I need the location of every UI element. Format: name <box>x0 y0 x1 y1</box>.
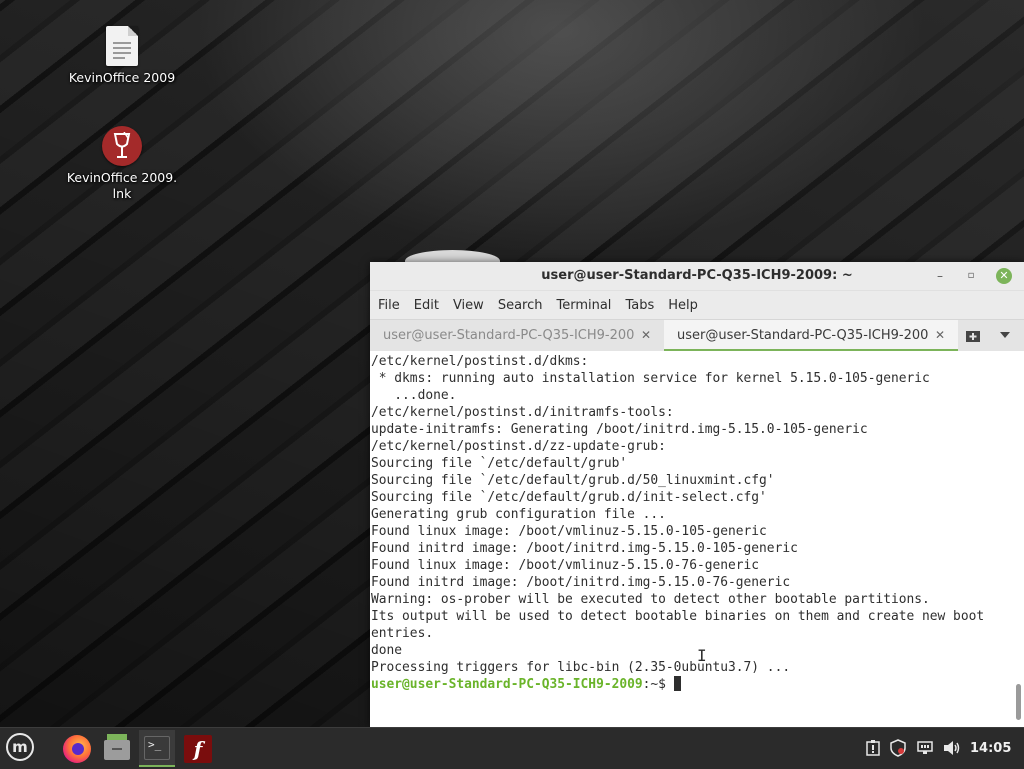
clock[interactable]: 14:05 <box>970 728 1011 769</box>
tab-menu-chevron-down-icon[interactable] <box>1000 332 1010 338</box>
desktop-icon-label: KevinOffice 2009 <box>68 70 176 85</box>
terminal-line: Found initrd image: /boot/initrd.img-5.1… <box>371 575 791 590</box>
terminal-line: Found linux image: /boot/vmlinuz-5.15.0-… <box>371 558 760 573</box>
menu-edit[interactable]: Edit <box>408 298 445 313</box>
terminal-line: /etc/kernel/postinst.d/zz-update-grub: <box>371 439 666 454</box>
terminal-line: Warning: os-prober will be executed to d… <box>371 592 930 607</box>
menu-view[interactable]: View <box>447 298 490 313</box>
shield-icon[interactable] <box>890 728 906 769</box>
menu-search[interactable]: Search <box>492 298 549 313</box>
terminal-line: entries. <box>371 626 434 641</box>
terminal-line: Sourcing file `/etc/default/grub' <box>371 456 628 471</box>
prompt-path: :~$ <box>642 677 674 692</box>
terminal-line: Found linux image: /boot/vmlinuz-5.15.0-… <box>371 524 767 539</box>
tab-terminal-1[interactable]: user@user-Standard-PC-Q35-ICH9-200… ✕ <box>370 320 664 351</box>
scrollbar-thumb[interactable] <box>1016 684 1021 720</box>
menu-help[interactable]: Help <box>662 298 704 313</box>
terminal-prompt[interactable]: user@user-Standard-PC-Q35-ICH9-2009:~$ <box>371 676 1012 693</box>
terminal-line: update-initramfs: Generating /boot/initr… <box>371 422 868 437</box>
terminal-text: /etc/kernel/postinst.d/dkms: * dkms: run… <box>371 353 1012 693</box>
files-icon[interactable] <box>99 730 135 767</box>
terminal-line: Its output will be used to detect bootab… <box>371 609 985 624</box>
firefox-icon[interactable] <box>59 730 95 767</box>
terminal-line: * dkms: running auto installation servic… <box>371 371 930 386</box>
maximize-button[interactable]: ▫ <box>963 268 979 284</box>
tab-label: user@user-Standard-PC-Q35-ICH9-200… <box>677 328 929 343</box>
prompt-user-host: user@user-Standard-PC-Q35-ICH9-2009 <box>371 677 643 692</box>
tab-terminal-2[interactable]: user@user-Standard-PC-Q35-ICH9-200… ✕ <box>664 320 958 351</box>
window-title: user@user-Standard-PC-Q35-ICH9-2009: ~ <box>541 268 853 283</box>
terminal-line: Found initrd image: /boot/initrd.img-5.1… <box>371 541 798 556</box>
terminal-line: Generating grub configuration file ... <box>371 507 666 522</box>
desktop-icon-kevinoffice-lnk[interactable]: KevinOffice 2009. lnk <box>62 126 182 202</box>
terminal-line: done <box>371 643 403 658</box>
taskbar: m >_ f 14:05 <box>0 727 1024 769</box>
menu-tabs[interactable]: Tabs <box>619 298 660 313</box>
menu-terminal[interactable]: Terminal <box>550 298 617 313</box>
minimize-button[interactable]: – <box>932 268 948 284</box>
network-icon[interactable] <box>917 728 933 769</box>
terminal-line: ...done. <box>371 388 457 403</box>
terminal-cursor <box>673 676 681 691</box>
document-icon <box>106 26 138 66</box>
terminal-window: user@user-Standard-PC-Q35-ICH9-2009: ~ –… <box>370 262 1024 727</box>
update-manager-icon[interactable] <box>866 728 880 769</box>
tab-close-icon[interactable]: ✕ <box>641 320 651 351</box>
flash-icon[interactable]: f <box>179 730 215 767</box>
volume-icon[interactable] <box>943 728 961 769</box>
tab-label: user@user-Standard-PC-Q35-ICH9-200… <box>383 328 635 343</box>
terminal-line: /etc/kernel/postinst.d/initramfs-tools: <box>371 405 674 420</box>
scrollbar[interactable] <box>1016 351 1022 727</box>
terminal-icon[interactable]: >_ <box>139 730 175 767</box>
desktop-icon-kevinoffice[interactable]: KevinOffice 2009 <box>62 26 182 86</box>
terminal-output[interactable]: /etc/kernel/postinst.d/dkms: * dkms: run… <box>370 351 1024 727</box>
close-button[interactable]: ✕ <box>996 268 1012 284</box>
terminal-line: Sourcing file `/etc/default/grub.d/init-… <box>371 490 767 505</box>
text-cursor-icon: I <box>697 646 707 665</box>
menu-file[interactable]: File <box>372 298 406 313</box>
menu-bar: File Edit View Search Terminal Tabs Help <box>370 291 1024 319</box>
title-bar[interactable]: user@user-Standard-PC-Q35-ICH9-2009: ~ –… <box>370 262 1024 291</box>
new-tab-icon[interactable] <box>965 328 981 342</box>
wine-glass-icon <box>102 126 142 166</box>
terminal-line: Processing triggers for libc-bin (2.35-0… <box>371 660 791 675</box>
desktop-icon-label: KevinOffice 2009. lnk <box>66 170 178 201</box>
terminal-line: /etc/kernel/postinst.d/dkms: <box>371 354 589 369</box>
tab-bar: user@user-Standard-PC-Q35-ICH9-200… ✕ us… <box>370 319 1024 352</box>
terminal-line: Sourcing file `/etc/default/grub.d/50_li… <box>371 473 775 488</box>
mint-menu-icon[interactable]: m <box>3 730 39 767</box>
tab-close-icon[interactable]: ✕ <box>935 320 945 351</box>
